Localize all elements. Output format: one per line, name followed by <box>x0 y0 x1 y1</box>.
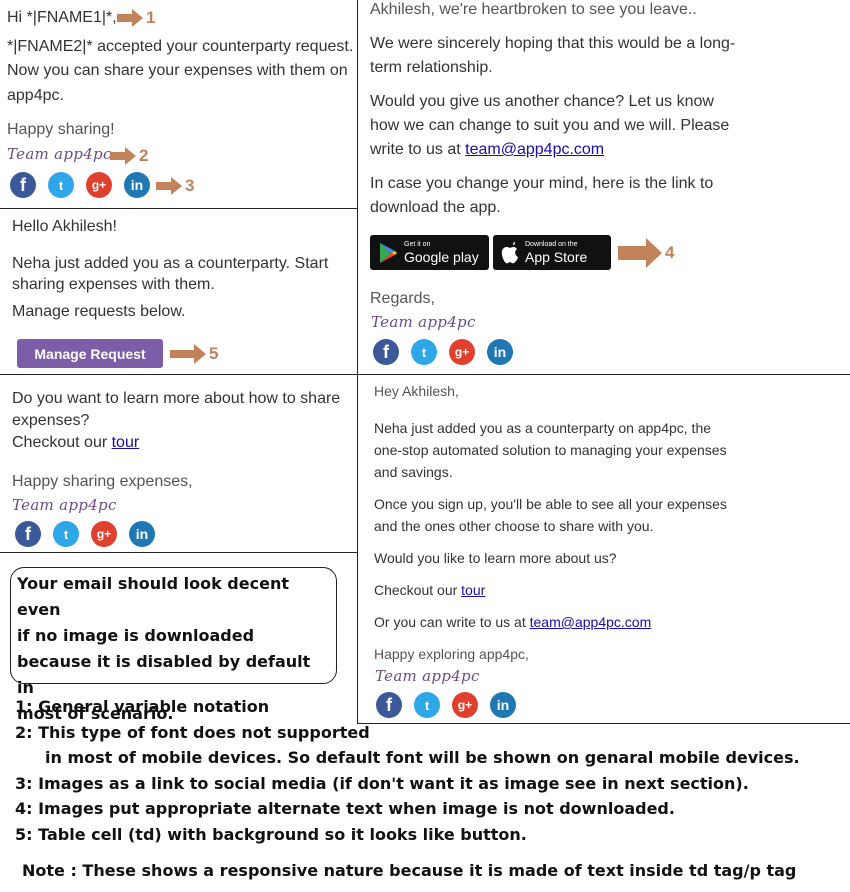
arrow-right-icon <box>156 177 182 195</box>
divider-left-2 <box>0 374 850 375</box>
download-line-2: download the app. <box>370 199 501 216</box>
write-prefix: write to us at <box>370 141 466 158</box>
googleplus-icon[interactable]: g+ <box>449 339 475 365</box>
twitter-icon[interactable]: t <box>48 172 74 198</box>
manage-request-button[interactable]: Manage Request <box>17 339 163 368</box>
googleplus-icon[interactable]: g+ <box>86 172 112 198</box>
social-icons: f t g+ in <box>373 339 513 365</box>
app-store-small: Download on the <box>525 241 578 248</box>
write-line: Or you can write to us at team@app4pc.co… <box>374 611 651 633</box>
social-icons: f t g+ in <box>15 521 155 547</box>
hello-text: Hello Akhilesh! <box>12 218 117 235</box>
learn-more-line-1: Do you want to learn more about how to s… <box>12 390 341 407</box>
facebook-icon[interactable]: f <box>15 521 41 547</box>
counterparty-line-2: sharing expenses with them. <box>12 276 215 293</box>
linkedin-icon[interactable]: in <box>487 339 513 365</box>
apple-icon <box>501 241 518 263</box>
arrow-right-icon <box>110 147 136 165</box>
arrow-right-icon <box>170 344 206 364</box>
center-divider <box>357 0 358 724</box>
signup-line-1: Once you sign up, you'll be able to see … <box>374 496 727 512</box>
note-2b: in most of mobile devices. So default fo… <box>45 748 800 767</box>
marker-4: 4 <box>618 238 674 268</box>
accepted-line-1: *|FNAME2|* accepted your counterparty re… <box>7 38 354 55</box>
counterparty-line-1: Neha just added you as a counterparty on… <box>374 420 712 436</box>
notes-list: 1: General variable notation 2: This typ… <box>15 694 845 847</box>
signup-line-2: and the ones other choose to share with … <box>374 518 654 534</box>
divider-left-3 <box>0 552 357 553</box>
marker-1: 1 <box>117 8 155 28</box>
image-note-box: Your email should look decent even if no… <box>10 567 337 723</box>
chance-line-3: write to us at team@app4pc.com <box>370 138 604 162</box>
learn-more-line-2: expenses? <box>12 412 90 429</box>
note-box-line-1: Your email should look decent even <box>17 574 289 619</box>
footer-note: Note : These shows a responsive nature b… <box>22 861 797 880</box>
note-5: 5: Table cell (td) with background so it… <box>15 824 527 844</box>
tour-link[interactable]: tour <box>112 434 140 451</box>
regards-text: Regards, <box>370 290 435 307</box>
counterparty-line-3: and savings. <box>374 464 453 480</box>
download-line-1: In case you change your mind, here is th… <box>370 175 714 192</box>
email-link[interactable]: team@app4pc.com <box>530 614 652 630</box>
app-store-badge[interactable]: Download on the App Store <box>493 235 611 270</box>
marker-2: 2 <box>110 146 148 166</box>
greeting-text: Hi *|FNAME1|*, <box>7 9 117 26</box>
signoff-text: Happy sharing! <box>7 121 115 138</box>
accepted-line-2: Now you can share your expenses with the… <box>7 62 348 79</box>
team-signature: Team app4pc <box>375 667 480 685</box>
write-prefix: Or you can write to us at <box>374 614 530 630</box>
google-play-small: Get it on <box>404 241 431 248</box>
manage-requests-text: Manage requests below. <box>12 303 186 320</box>
checkout-line: Checkout our tour <box>12 431 139 455</box>
twitter-icon[interactable]: t <box>53 521 79 547</box>
team-signature: Team app4pc <box>371 313 476 331</box>
twitter-icon[interactable]: t <box>411 339 437 365</box>
arrow-right-icon <box>117 9 143 27</box>
hey-greeting: Hey Akhilesh, <box>374 383 459 399</box>
heartbroken-heading: Akhilesh, we're heartbroken to see you l… <box>370 1 697 18</box>
checkout-prefix: Checkout our <box>12 434 112 451</box>
google-play-big: Google play <box>404 249 479 265</box>
learn-more-text: Would you like to learn more about us? <box>374 550 617 566</box>
app-store-big: App Store <box>525 249 588 265</box>
signoff-text: Happy exploring app4pc, <box>374 646 529 662</box>
arrow-right-icon <box>618 238 662 268</box>
divider-left-1 <box>0 208 357 209</box>
team-signature: Team app4pc <box>12 496 117 514</box>
social-icons: f t g+ in <box>10 172 150 198</box>
chance-line-2: how we can change to suit you and we wil… <box>370 117 730 134</box>
hoping-line-2: term relationship. <box>370 59 493 76</box>
linkedin-icon[interactable]: in <box>129 521 155 547</box>
marker-3: 3 <box>156 176 194 196</box>
counterparty-line-2: one-stop automated solution to managing … <box>374 442 727 458</box>
chance-line-1: Would you give us another chance? Let us… <box>370 93 714 110</box>
signoff-text: Happy sharing expenses, <box>12 473 193 490</box>
google-play-badge[interactable]: Get it on Google play <box>370 235 489 270</box>
facebook-icon[interactable]: f <box>10 172 36 198</box>
email-link[interactable]: team@app4pc.com <box>465 141 604 158</box>
google-play-icon <box>380 242 397 263</box>
note-box-line-2: if no image is downloaded <box>17 626 255 645</box>
team-signature: Team app4pc <box>7 145 112 163</box>
note-2a: 2: This type of font does not supported <box>15 722 370 742</box>
hoping-line-1: We were sincerely hoping that this would… <box>370 35 736 52</box>
note-1: 1: General variable notation <box>15 697 270 716</box>
note-4: 4: Images put appropriate alternate text… <box>15 799 675 818</box>
marker-5: 5 <box>170 344 218 364</box>
linkedin-icon[interactable]: in <box>124 172 150 198</box>
checkout-prefix: Checkout our <box>374 582 462 598</box>
checkout-line: Checkout our tour <box>374 579 485 601</box>
tour-link[interactable]: tour <box>461 582 485 598</box>
note-3: 3: Images as a link to social media (if … <box>15 773 749 793</box>
facebook-icon[interactable]: f <box>373 339 399 365</box>
accepted-line-3: app4pc. <box>7 87 64 104</box>
googleplus-icon[interactable]: g+ <box>91 521 117 547</box>
